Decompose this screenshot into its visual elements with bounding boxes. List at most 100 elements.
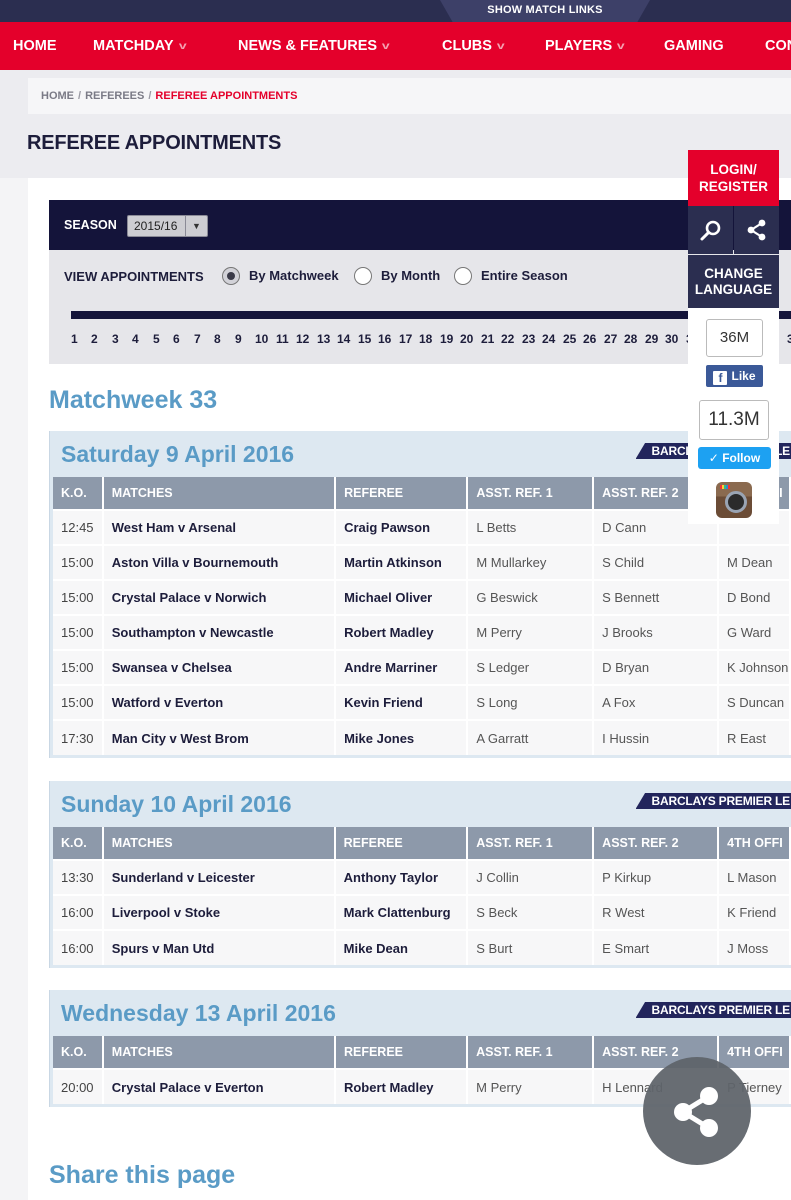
- matchweek-link[interactable]: 25: [563, 332, 576, 346]
- fourth-official-cell: K Friend: [718, 894, 791, 930]
- referee-cell: Martin Atkinson: [335, 544, 469, 580]
- nav-item-home[interactable]: HOME: [13, 22, 57, 70]
- facebook-like-button[interactable]: f Like: [706, 365, 763, 387]
- match-cell[interactable]: Liverpool v Stoke: [102, 894, 336, 930]
- day-title: Saturday 9 April 2016: [61, 441, 295, 467]
- matchweek-link[interactable]: 18: [419, 332, 432, 346]
- matchweek-link[interactable]: 19: [440, 332, 453, 346]
- facebook-count: 36M: [706, 319, 763, 357]
- matchweek-link[interactable]: 8: [214, 332, 221, 346]
- matchweek-link[interactable]: 9: [235, 332, 242, 346]
- match-cell[interactable]: Swansea v Chelsea: [102, 649, 337, 685]
- matchweek-link[interactable]: 4: [132, 332, 139, 346]
- matchweek-link[interactable]: 11: [276, 332, 289, 346]
- referee-cell: Robert Madley: [335, 614, 469, 650]
- matchweek-link[interactable]: 3: [787, 332, 791, 346]
- season-label: SEASON: [64, 218, 117, 232]
- asst-ref-1-cell: S Ledger: [467, 649, 595, 685]
- radio-entire-season[interactable]: Entire Season: [454, 266, 568, 286]
- matchweek-link[interactable]: 13: [317, 332, 330, 346]
- day-block: Sunday 10 April 2016 BARCLAYS PREMIER LE…: [49, 781, 791, 968]
- referee-cell: Mike Jones: [335, 719, 469, 755]
- matchweek-link[interactable]: 21: [481, 332, 494, 346]
- column-header: MATCHES: [102, 1036, 336, 1069]
- matchweek-link[interactable]: 22: [501, 332, 514, 346]
- matchweek-link[interactable]: 3: [112, 332, 119, 346]
- column-header: K.O.: [53, 1036, 104, 1069]
- caret-down-icon: ▼: [185, 216, 207, 236]
- matchweek-link[interactable]: 16: [378, 332, 391, 346]
- sponsor-logo: BARCLAYS PREMIER LE: [635, 793, 791, 809]
- breadcrumb-referees[interactable]: REFEREES: [85, 90, 144, 102]
- day-title: Sunday 10 April 2016: [61, 791, 292, 817]
- matchweek-link[interactable]: 5: [153, 332, 160, 346]
- match-cell[interactable]: Sunderland v Leicester: [102, 859, 336, 895]
- match-cell[interactable]: Crystal Palace v Everton: [102, 1068, 336, 1104]
- column-header: ASST. REF. 1: [467, 1036, 595, 1069]
- kickoff-cell: 15:00: [53, 614, 104, 650]
- table-row: 12:45 West Ham v Arsenal Craig Pawson L Bet…: [53, 509, 791, 545]
- nav-item-clubs[interactable]: CLUBS v: [442, 22, 505, 70]
- matchweek-link[interactable]: 14: [337, 332, 350, 346]
- match-cell[interactable]: West Ham v Arsenal: [102, 509, 337, 545]
- fourth-official-cell: L Mason: [718, 859, 791, 895]
- nav-item-more[interactable]: CON: [765, 22, 791, 70]
- chevron-down-icon: v: [496, 41, 505, 52]
- chevron-down-icon: v: [381, 41, 390, 52]
- change-language-button[interactable]: CHANGE LANGUAGE: [688, 255, 779, 308]
- table-row: 15:00 Aston Villa v Bournemouth Martin Atk…: [53, 544, 791, 580]
- table-row: 13:30 Sunderland v Leicester Anthony Taylo…: [53, 859, 791, 895]
- season-select[interactable]: 2015/16 ▼: [127, 215, 208, 237]
- match-cell[interactable]: Southampton v Newcastle: [102, 614, 337, 650]
- nav-label: PLAYERS: [545, 38, 613, 54]
- matchweek-link[interactable]: 23: [522, 332, 535, 346]
- asst-ref-2-cell: E Smart: [593, 929, 720, 965]
- column-header: 4TH OFFI: [718, 827, 791, 860]
- show-match-links-button[interactable]: SHOW MATCH LINKS: [440, 0, 650, 22]
- matchweek-link[interactable]: 15: [358, 332, 371, 346]
- matchweek-link[interactable]: 12: [296, 332, 309, 346]
- matchweek-link[interactable]: 27: [604, 332, 617, 346]
- kickoff-cell: 16:00: [53, 894, 104, 930]
- matchweek-link[interactable]: 17: [399, 332, 412, 346]
- table-row: 15:00 Watford v Everton Kevin Friend S Long…: [53, 684, 791, 720]
- radio-by-month[interactable]: By Month: [354, 266, 440, 286]
- matchweek-link[interactable]: 10: [255, 332, 268, 346]
- matchweek-link[interactable]: 28: [624, 332, 637, 346]
- breadcrumb-current[interactable]: REFEREE APPOINTMENTS: [155, 90, 297, 102]
- nav-item-matchday[interactable]: MATCHDAY v: [93, 22, 186, 70]
- twitter-follow-button[interactable]: ✓ Follow: [698, 447, 771, 469]
- breadcrumb: HOME / REFEREES / REFEREE APPOINTMENTS: [28, 78, 791, 114]
- instagram-icon[interactable]: [716, 482, 752, 518]
- matchweek-link[interactable]: 1: [71, 332, 78, 346]
- match-cell[interactable]: Aston Villa v Bournemouth: [102, 544, 337, 580]
- matchweek-timeline[interactable]: [71, 311, 791, 319]
- matchweek-link[interactable]: 20: [460, 332, 473, 346]
- match-cell[interactable]: Spurs v Man Utd: [102, 929, 336, 965]
- nav-item-players[interactable]: PLAYERS v: [545, 22, 625, 70]
- matchweek-link[interactable]: 29: [645, 332, 658, 346]
- matchweek-link[interactable]: 6: [173, 332, 180, 346]
- share-button[interactable]: [734, 206, 779, 254]
- asst-ref-2-cell: S Bennett: [593, 579, 719, 615]
- matchweek-link[interactable]: 26: [583, 332, 596, 346]
- match-cell[interactable]: Man City v West Brom: [102, 719, 337, 755]
- match-cell[interactable]: Watford v Everton: [102, 684, 337, 720]
- matchweek-link[interactable]: 7: [194, 332, 201, 346]
- season-value: 2015/16: [134, 219, 178, 233]
- matchweek-link[interactable]: 30: [665, 332, 678, 346]
- matchweek-link[interactable]: 24: [542, 332, 555, 346]
- kickoff-cell: 15:00: [53, 649, 104, 685]
- nav-item-gaming[interactable]: GAMING: [664, 22, 724, 70]
- search-button[interactable]: [688, 206, 733, 254]
- search-icon: [700, 220, 720, 241]
- floating-share-button[interactable]: [643, 1057, 751, 1165]
- matchweek-link[interactable]: 2: [91, 332, 98, 346]
- match-cell[interactable]: Crystal Palace v Norwich: [102, 579, 337, 615]
- login-register-button[interactable]: LOGIN/REGISTER: [688, 150, 779, 206]
- nav-item-news[interactable]: NEWS & FEATURES v: [238, 22, 390, 70]
- column-header: K.O.: [53, 827, 104, 860]
- breadcrumb-home[interactable]: HOME: [41, 90, 74, 102]
- radio-by-matchweek[interactable]: By Matchweek: [222, 266, 339, 286]
- nav-label: NEWS & FEATURES: [238, 38, 378, 54]
